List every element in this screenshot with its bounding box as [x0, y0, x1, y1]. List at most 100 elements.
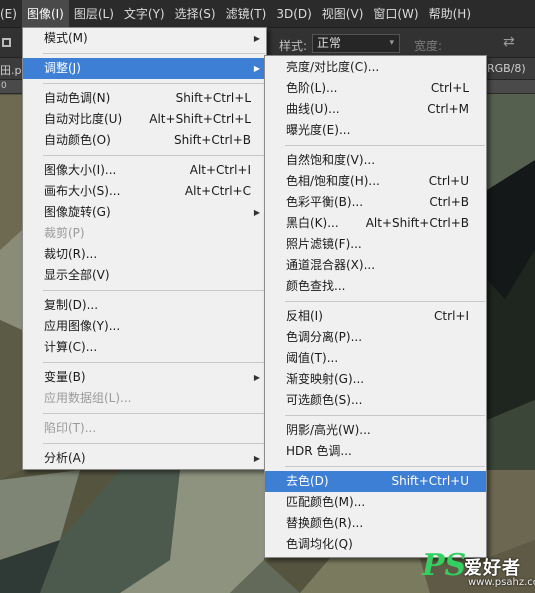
adjust-menu-item[interactable]: 反相(I) Ctrl+I — [265, 306, 486, 327]
image-menu-item-label: 自动对比度(U) — [44, 112, 123, 126]
chevron-down-icon: ▾ — [389, 38, 394, 48]
image-menu-item-label: 调整(J) — [44, 61, 81, 75]
image-menu-item-label: 自动色调(N) — [44, 91, 111, 105]
image-menu-item[interactable]: 变量(B) ▶ — [23, 367, 266, 388]
menu-window[interactable]: 窗口(W) — [368, 0, 423, 28]
adjust-menu-item[interactable]: 替换颜色(R)... — [265, 513, 486, 534]
adjust-menu-item[interactable]: 可选颜色(S)... — [265, 390, 486, 411]
adjust-menu-item[interactable]: 匹配颜色(M)... — [265, 492, 486, 513]
adjust-menu-item[interactable]: 通道混合器(X)... — [265, 255, 486, 276]
image-menu-item-label: 画布大小(S)... — [44, 184, 121, 198]
adjustments-submenu: 亮度/对比度(C)... 色阶(L)... Ctrl+L 曲线(U)... Ctrl+M… — [264, 55, 487, 558]
menu-image[interactable]: 图像(I) — [21, 0, 69, 28]
watermark-url: www.psahz.com — [468, 577, 535, 588]
adjust-menu-item[interactable]: 阴影/高光(W)... — [265, 420, 486, 441]
image-menu-item-label: 计算(C)... — [44, 340, 98, 354]
adjust-menu-item[interactable]: 色彩平衡(B)... Ctrl+B — [265, 192, 486, 213]
adjust-menu-item-label: 可选颜色(S)... — [286, 393, 363, 407]
adjust-menu-item-label: 黑白(K)... — [286, 216, 339, 230]
menu-separator — [43, 53, 265, 54]
adjust-menu-item[interactable]: 颜色查找... — [265, 276, 486, 297]
adjust-menu-item-shortcut: Alt+Shift+Ctrl+B — [365, 216, 469, 230]
submenu-arrow-icon: ▶ — [253, 208, 260, 217]
image-menu-item: 陷印(T)... — [23, 418, 266, 439]
adjust-menu-item[interactable]: 色阶(L)... Ctrl+L — [265, 78, 486, 99]
adjust-menu-item[interactable]: 照片滤镜(F)... — [265, 234, 486, 255]
adjust-menu-item[interactable]: 曝光度(E)... — [265, 120, 486, 141]
submenu-arrow-icon: ▶ — [253, 373, 260, 382]
adjust-menu-item-shortcut: Shift+Ctrl+U — [391, 474, 469, 488]
adjust-menu-item[interactable]: 阈值(T)... — [265, 348, 486, 369]
image-menu-item[interactable]: 应用图像(Y)... — [23, 316, 266, 337]
menu-separator — [43, 155, 265, 156]
adjust-menu-item[interactable]: 曲线(U)... Ctrl+M — [265, 99, 486, 120]
menu-edit[interactable]: (E) — [0, 0, 22, 28]
menu-separator — [43, 362, 265, 363]
document-tab-info: RGB/8) — [487, 62, 526, 75]
menu-view[interactable]: 视图(V) — [317, 0, 369, 28]
adjust-menu-item[interactable]: 自然饱和度(V)... — [265, 150, 486, 171]
menu-separator — [285, 415, 485, 416]
menu-layer[interactable]: 图层(L) — [69, 0, 119, 28]
image-menu-item[interactable]: 复制(D)... — [23, 295, 266, 316]
submenu-arrow-icon: ▶ — [253, 64, 260, 73]
style-value: 正常 — [317, 36, 342, 50]
adjust-menu-item-label: 渐变映射(G)... — [286, 372, 365, 386]
image-menu-item[interactable]: 显示全部(V) — [23, 265, 266, 286]
image-menu-item: 应用数据组(L)... — [23, 388, 266, 409]
swap-arrows-icon[interactable]: ⇄ — [503, 34, 515, 50]
menu-bar: (E) 图像(I) 图层(L) 文字(Y) 选择(S) 滤镜(T) 3D(D) … — [0, 0, 535, 28]
adjust-menu-item[interactable]: 去色(D) Shift+Ctrl+U — [265, 471, 486, 492]
style-dropdown[interactable]: 正常 ▾ — [312, 34, 400, 53]
image-menu-item-label: 自动颜色(O) — [44, 133, 111, 147]
image-menu-item-label: 图像旋转(G) — [44, 205, 111, 219]
adjust-menu-item[interactable]: 亮度/对比度(C)... — [265, 57, 486, 78]
menu-separator — [43, 83, 265, 84]
image-menu-item: 裁剪(P) — [23, 223, 266, 244]
image-menu-item-shortcut: Alt+Shift+Ctrl+L — [149, 112, 251, 126]
adjust-menu-item-label: 阈值(T)... — [286, 351, 339, 365]
adjust-menu-item[interactable]: 渐变映射(G)... — [265, 369, 486, 390]
marquee-tool-icon[interactable] — [2, 38, 11, 47]
adjust-menu-item-shortcut: Ctrl+L — [430, 81, 469, 95]
image-menu-item[interactable]: 图像大小(I)... Alt+Ctrl+I — [23, 160, 266, 181]
adjust-menu-item[interactable]: 色相/饱和度(H)... Ctrl+U — [265, 171, 486, 192]
image-menu-item[interactable]: 裁切(R)... — [23, 244, 266, 265]
image-menu-item[interactable]: 计算(C)... — [23, 337, 266, 358]
menu-help[interactable]: 帮助(H) — [424, 0, 476, 28]
image-menu-item-label: 应用图像(Y)... — [44, 319, 121, 333]
menu-separator — [43, 443, 265, 444]
image-menu: 模式(M) ▶ 调整(J) ▶ 自动色调(N) Shift+Ctrl+L 自动对比度(U) A… — [22, 27, 267, 470]
ruler-label: 0 — [1, 81, 7, 91]
menu-3d[interactable]: 3D(D) — [271, 0, 316, 28]
adjust-menu-item-shortcut: Ctrl+I — [434, 309, 469, 323]
image-menu-item[interactable]: 自动色调(N) Shift+Ctrl+L — [23, 88, 266, 109]
image-menu-item[interactable]: 图像旋转(G) ▶ — [23, 202, 266, 223]
width-label: 宽度: — [414, 39, 443, 53]
submenu-arrow-icon: ▶ — [253, 34, 260, 43]
image-menu-item-label: 模式(M) — [44, 31, 88, 45]
adjust-menu-item-label: 通道混合器(X)... — [286, 258, 376, 272]
menu-type[interactable]: 文字(Y) — [119, 0, 170, 28]
document-tab[interactable]: 田.p — [0, 62, 21, 78]
adjust-menu-item[interactable]: 黑白(K)... Alt+Shift+Ctrl+B — [265, 213, 486, 234]
image-menu-item[interactable]: 调整(J) ▶ — [23, 58, 266, 79]
adjust-menu-item-label: 照片滤镜(F)... — [286, 237, 362, 251]
adjust-menu-item-label: 反相(I) — [286, 309, 323, 323]
image-menu-item[interactable]: 模式(M) ▶ — [23, 28, 266, 49]
image-menu-item[interactable]: 分析(A) ▶ — [23, 448, 266, 469]
image-menu-item-label: 分析(A) — [44, 451, 86, 465]
adjust-menu-item[interactable]: HDR 色调... — [265, 441, 486, 462]
menu-separator — [285, 145, 485, 146]
image-menu-item[interactable]: 自动颜色(O) Shift+Ctrl+B — [23, 130, 266, 151]
adjust-menu-item-label: 自然饱和度(V)... — [286, 153, 376, 167]
adjust-menu-item-shortcut: Ctrl+M — [427, 102, 469, 116]
menu-filter[interactable]: 滤镜(T) — [221, 0, 272, 28]
adjust-menu-item-label: 色调均化(Q) — [286, 537, 353, 551]
image-menu-item[interactable]: 自动对比度(U) Alt+Shift+Ctrl+L — [23, 109, 266, 130]
menu-select[interactable]: 选择(S) — [170, 0, 221, 28]
image-menu-item-label: 裁剪(P) — [44, 226, 85, 240]
adjust-menu-item[interactable]: 色调分离(P)... — [265, 327, 486, 348]
adjust-menu-item-label: 替换颜色(R)... — [286, 516, 364, 530]
image-menu-item[interactable]: 画布大小(S)... Alt+Ctrl+C — [23, 181, 266, 202]
